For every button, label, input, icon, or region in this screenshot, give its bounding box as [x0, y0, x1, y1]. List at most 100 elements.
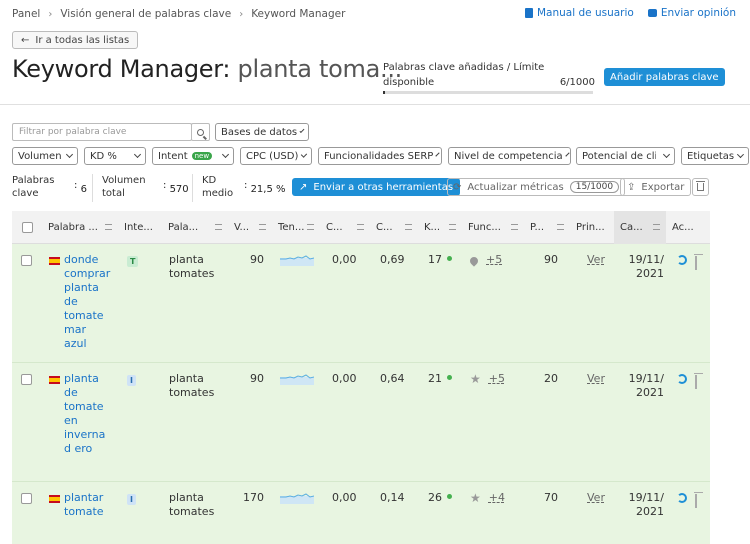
serp-more-link[interactable]: +5	[486, 253, 502, 267]
breadcrumb-overview[interactable]: Visión general de palabras clave	[60, 8, 231, 20]
filter-intent-label: Intent	[158, 150, 188, 162]
col-competition-label: C...	[376, 222, 393, 233]
stat-kd-value: : 21,5 %	[244, 180, 286, 195]
chevron-right-icon: ›	[239, 8, 244, 20]
feedback-link[interactable]: Enviar opinión	[647, 7, 736, 19]
kd-value: 26	[428, 491, 452, 505]
keyword-limit: Palabras clave añadidas / Límite disponi…	[383, 60, 595, 94]
delete-button[interactable]	[692, 178, 709, 196]
col-trend[interactable]: Ten...	[272, 211, 320, 244]
serp-features[interactable]: ★ +4	[470, 491, 505, 505]
spain-flag-icon	[49, 495, 60, 503]
chevron-right-icon: ›	[48, 8, 53, 20]
checkbox[interactable]	[21, 374, 32, 385]
stat-volume-label: Volumen total	[102, 175, 146, 199]
col-parent-label: Pala...	[168, 222, 199, 233]
checkbox[interactable]	[21, 255, 32, 266]
title-list-name: planta toma...	[237, 55, 403, 83]
add-keywords-button[interactable]: Añadir palabras clave	[604, 68, 725, 86]
col-serp[interactable]: Func...	[462, 211, 524, 244]
filter-tags[interactable]: Etiquetas	[681, 147, 749, 165]
back-to-lists-button[interactable]: ← Ir a todas las listas	[12, 31, 139, 49]
row-checkbox[interactable]	[21, 374, 32, 385]
export-icon: ⇪	[627, 181, 636, 193]
book-icon	[525, 8, 533, 18]
col-actions: Ac...	[666, 211, 710, 244]
competition-value: 0,14	[380, 491, 405, 504]
date-value: 19/11/ 2021	[628, 372, 664, 399]
first-page-view-link[interactable]: Ver	[587, 491, 605, 505]
stat-volume-value: : 570	[163, 180, 189, 195]
title-main: Keyword Manager:	[12, 55, 231, 83]
limit-count: 6/1000	[559, 77, 595, 88]
keyword-link[interactable]: plantar tomate	[64, 491, 112, 519]
date-value: 19/11/ 2021	[628, 253, 664, 280]
divider	[0, 104, 750, 105]
filter-cpc[interactable]: CPC (USD)	[240, 147, 312, 165]
table-row: donde comprar planta de tomate mar azul T…	[12, 244, 710, 363]
breadcrumb-panel[interactable]: Panel	[12, 8, 40, 20]
select-all-checkbox[interactable]	[12, 211, 42, 244]
refresh-icon[interactable]	[677, 374, 687, 384]
filter-click-potential[interactable]: Potencial de clic	[576, 147, 675, 165]
serp-features[interactable]: ★ +5	[470, 372, 505, 386]
col-cpc-label: C...	[326, 222, 343, 233]
kd-indicator-dot	[447, 256, 452, 261]
keyword-link[interactable]: planta de tomate en invernad ero	[64, 372, 112, 456]
chevron-down-icon	[737, 151, 745, 158]
col-kd-label: K...	[424, 222, 441, 233]
send-to-tools-button[interactable]: ↗ Enviar a otras herramientas	[292, 178, 461, 196]
chevron-down-icon	[301, 151, 308, 158]
serp-features[interactable]: +5	[468, 253, 502, 267]
kd-number: 26	[428, 491, 442, 504]
databases-dropdown[interactable]: Bases de datos	[215, 123, 309, 141]
col-first-page[interactable]: Prin...	[570, 211, 614, 244]
filter-kd[interactable]: KD %	[84, 147, 146, 165]
refresh-icon[interactable]	[677, 493, 687, 503]
col-keyword[interactable]: Palabra ...	[42, 211, 118, 244]
feedback-label: Enviar opinión	[660, 7, 736, 19]
row-checkbox[interactable]	[21, 255, 32, 266]
col-intent[interactable]: Inte...	[118, 211, 162, 244]
col-date[interactable]: Ca...	[614, 211, 666, 244]
divider	[192, 174, 193, 202]
col-kd[interactable]: K...	[418, 211, 462, 244]
volume-value: 170	[243, 491, 264, 504]
keyword-link[interactable]: donde comprar planta de tomate mar azul	[64, 253, 112, 351]
spain-flag-icon	[49, 376, 60, 384]
volume-value: 90	[250, 372, 264, 385]
refresh-icon[interactable]	[677, 255, 687, 265]
databases-label: Bases de datos	[221, 126, 298, 138]
filter-intent[interactable]: Intent new	[152, 147, 234, 165]
checkbox[interactable]	[21, 493, 32, 504]
user-manual-link[interactable]: Manual de usuario	[525, 7, 634, 19]
export-button[interactable]: ⇪ Exportar	[620, 178, 692, 196]
parent-topic: planta tomates	[169, 372, 215, 399]
col-results[interactable]: P...	[524, 211, 570, 244]
search-button[interactable]	[191, 123, 210, 141]
first-page-view-link[interactable]: Ver	[587, 372, 605, 386]
first-page-view-link[interactable]: Ver	[587, 253, 605, 267]
trash-icon[interactable]	[695, 256, 697, 270]
kd-average: 21,5 %	[250, 184, 286, 195]
row-checkbox[interactable]	[21, 493, 32, 504]
col-volume[interactable]: V...	[228, 211, 272, 244]
filter-competition[interactable]: Nivel de competencia	[448, 147, 571, 165]
update-metrics-button[interactable]: ⟳ Actualizar métricas 15/1000	[447, 178, 626, 196]
send-label: Enviar a otras herramientas	[313, 181, 454, 193]
checkbox[interactable]	[21, 222, 33, 233]
chevron-down-icon	[65, 150, 74, 159]
col-competition[interactable]: C...	[370, 211, 418, 244]
col-cpc[interactable]: C...	[320, 211, 370, 244]
col-parent[interactable]: Pala...	[162, 211, 228, 244]
filter-serp-features[interactable]: Funcionalidades SERP	[318, 147, 442, 165]
trash-icon[interactable]	[695, 375, 697, 389]
serp-more-link[interactable]: +4	[489, 491, 505, 505]
filter-volume[interactable]: Volumen	[12, 147, 78, 165]
table-header: Palabra ... Inte... Pala... V... Ten... …	[12, 211, 710, 244]
volume-value: 90	[250, 253, 264, 266]
serp-more-link[interactable]: +5	[489, 372, 505, 386]
competition-value: 0,64	[380, 372, 405, 385]
keyword-filter-input[interactable]: Filtrar por palabra clave	[12, 123, 192, 141]
trash-icon[interactable]	[695, 494, 697, 508]
